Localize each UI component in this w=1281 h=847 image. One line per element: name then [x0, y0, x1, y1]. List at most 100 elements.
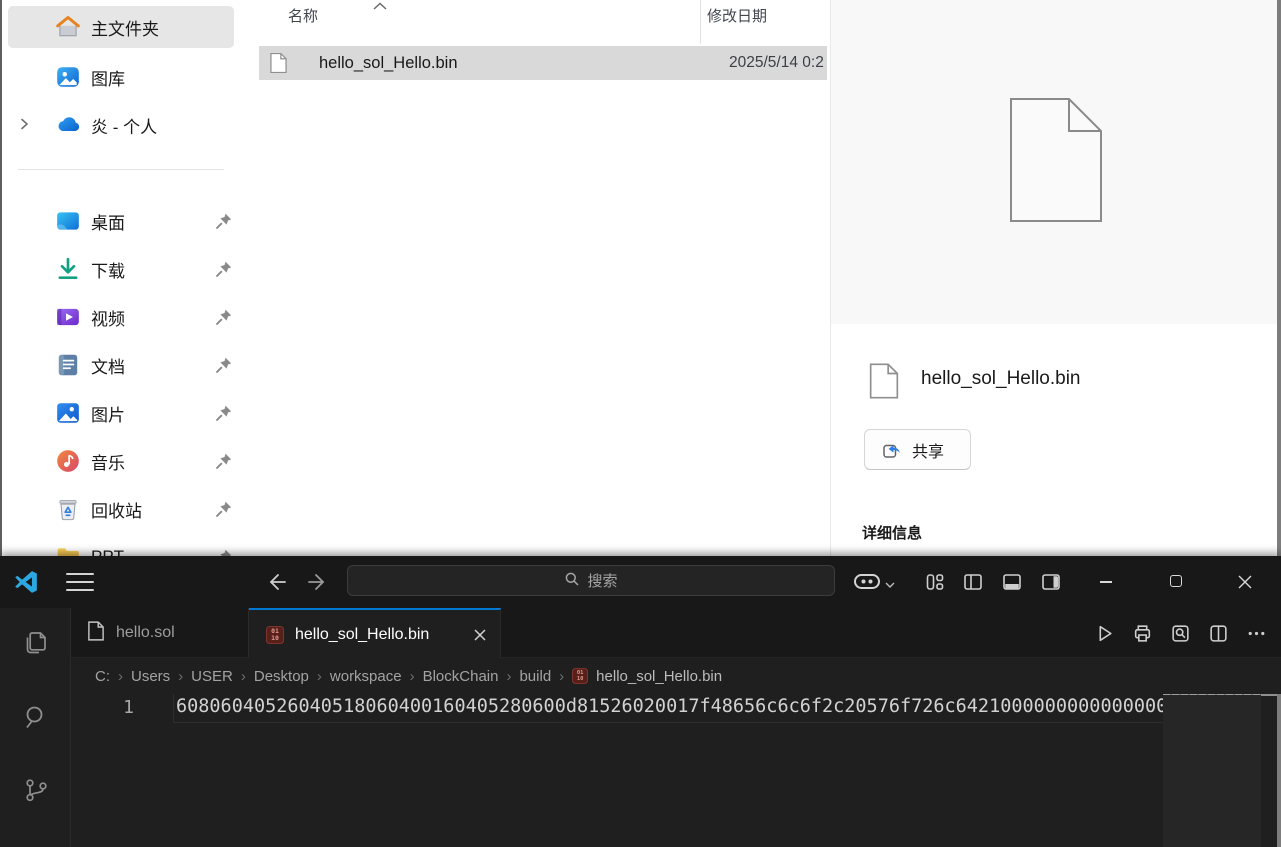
search-document-icon[interactable] — [1170, 623, 1191, 644]
sidebar-item-documents[interactable]: 文档 — [8, 344, 234, 386]
editor-area[interactable]: 1 60806040526040518060400160405280600d81… — [71, 694, 1281, 847]
sort-ascending-icon — [372, 0, 388, 5]
pin-icon[interactable] — [215, 500, 233, 518]
sidebar-item-videos[interactable]: 视频 — [8, 296, 234, 338]
breadcrumb-separator: › — [559, 668, 564, 685]
file-list: 名称 修改日期 hello_sol_Hello.bin 2025/5/14 0:… — [238, 0, 830, 556]
breadcrumb-segment[interactable]: USER — [191, 668, 233, 685]
activity-bar — [0, 608, 71, 847]
run-button[interactable] — [1094, 623, 1115, 644]
binary-file-icon: 01 10 — [572, 668, 588, 684]
breadcrumb-segment[interactable]: build — [519, 668, 551, 685]
minimap[interactable] — [1163, 694, 1261, 847]
breadcrumb-separator: › — [178, 668, 183, 685]
binary-file-icon: 01 10 — [266, 626, 284, 644]
screen-left-edge — [0, 0, 2, 556]
sidebar-item-label: 回收站 — [91, 497, 142, 522]
split-editor-icon[interactable] — [1208, 623, 1229, 644]
sidebar-item-desktop[interactable]: 桌面 — [8, 200, 234, 242]
navigate-forward-icon[interactable] — [306, 571, 328, 593]
window-minimize-button[interactable] — [1083, 556, 1129, 608]
music-icon — [55, 448, 81, 474]
background-window-edge — [1277, 0, 1281, 556]
file-name: hello_sol_Hello.bin — [319, 54, 458, 73]
breadcrumb-segment[interactable]: C: — [95, 668, 110, 685]
sidebar-item-gallery[interactable]: 图库 — [8, 56, 234, 98]
pin-icon[interactable] — [215, 260, 233, 278]
minimap-code-line — [1163, 694, 1261, 695]
toggle-panel-icon[interactable] — [1001, 571, 1023, 593]
sidebar-item-label: 图库 — [91, 65, 125, 90]
column-header-name[interactable]: 名称 — [288, 5, 318, 26]
search-icon[interactable] — [22, 703, 50, 736]
sidebar-item-pictures[interactable]: 图片 — [8, 392, 234, 434]
code-line[interactable]: 60806040526040518060400160405280600d8152… — [176, 696, 1163, 717]
desktop-icon — [55, 208, 81, 234]
onedrive-cloud-icon — [55, 112, 81, 138]
file-icon — [88, 621, 104, 646]
sidebar-item-onedrive[interactable]: 炎 - 个人 — [8, 104, 234, 146]
sidebar-item-home[interactable]: 主文件夹 — [8, 6, 234, 48]
tab-hello-sol-hello-bin-active[interactable]: 01 10 hello_sol_Hello.bin — [249, 608, 501, 659]
file-icon — [270, 52, 287, 74]
breadcrumb-separator: › — [241, 668, 246, 685]
picture-icon — [55, 400, 81, 426]
chevron-down-icon[interactable] — [884, 577, 896, 587]
breadcrumb-segment[interactable]: BlockChain — [423, 668, 499, 685]
video-icon — [55, 304, 81, 330]
tab-label: hello.sol — [116, 624, 175, 642]
preview-pane: hello_sol_Hello.bin 共享 详细信息 — [830, 0, 1281, 556]
navigate-back-icon[interactable] — [266, 571, 288, 593]
share-button[interactable]: 共享 — [864, 429, 971, 470]
tab-close-icon[interactable] — [472, 627, 488, 643]
breadcrumb-segment[interactable]: Desktop — [254, 668, 309, 685]
background-window-edge — [1277, 694, 1281, 847]
preview-thumbnail-area — [831, 0, 1281, 324]
window-close-button[interactable] — [1222, 556, 1268, 608]
pin-icon[interactable] — [215, 452, 233, 470]
explorer-sidebar: 主文件夹 图库 炎 - 个人 — [0, 0, 238, 556]
pin-icon[interactable] — [215, 212, 233, 230]
tab-hello-sol[interactable]: hello.sol — [71, 608, 249, 658]
binary-icon-row: 10 — [577, 676, 584, 682]
vscode-titlebar: 搜索 — [0, 556, 1281, 608]
column-divider[interactable] — [700, 0, 701, 44]
pin-icon[interactable] — [215, 356, 233, 374]
sidebar-item-label: 炎 - 个人 — [91, 113, 157, 138]
tab-label: hello_sol_Hello.bin — [295, 626, 429, 644]
vscode-tab-bar: hello.sol 01 10 hello_sol_Hello.bin — [71, 608, 1281, 658]
column-header-date-modified[interactable]: 修改日期 — [707, 5, 767, 26]
sidebar-item-recycle-bin[interactable]: 回收站 — [8, 488, 234, 530]
sidebar-item-label: 文档 — [91, 353, 125, 378]
customize-layout-icon[interactable] — [924, 571, 946, 593]
toggle-primary-sidebar-icon[interactable] — [962, 571, 984, 593]
more-actions-icon[interactable] — [1246, 623, 1267, 644]
sidebar-separator — [18, 169, 224, 170]
binary-icon-row: 10 — [271, 635, 279, 642]
breadcrumb-segment[interactable]: workspace — [330, 668, 402, 685]
file-row-selected[interactable]: hello_sol_Hello.bin 2025/5/14 0:2 — [259, 46, 827, 80]
toggle-secondary-sidebar-icon[interactable] — [1040, 571, 1062, 593]
sidebar-item-label: 桌面 — [91, 209, 125, 234]
recycle-bin-icon — [55, 496, 81, 522]
search-icon — [564, 571, 580, 591]
sidebar-item-music[interactable]: 音乐 — [8, 440, 234, 482]
window-maximize-button[interactable] — [1153, 556, 1199, 608]
preview-file-name: hello_sol_Hello.bin — [921, 368, 1081, 390]
sidebar-item-downloads[interactable]: 下载 — [8, 248, 234, 290]
file-date-modified: 2025/5/14 0:2 — [729, 54, 824, 72]
sidebar-item-label: 主文件夹 — [91, 15, 159, 40]
pin-icon[interactable] — [215, 308, 233, 326]
breadcrumb-segment[interactable]: Users — [131, 668, 170, 685]
pin-icon[interactable] — [215, 404, 233, 422]
source-control-icon[interactable] — [22, 776, 50, 809]
file-explorer-window: 主文件夹 图库 炎 - 个人 — [0, 0, 1281, 556]
breadcrumb-file[interactable]: hello_sol_Hello.bin — [596, 668, 722, 685]
search-command-center[interactable]: 搜索 — [347, 565, 835, 596]
menu-hamburger-icon[interactable] — [66, 573, 94, 591]
copilot-icon[interactable] — [852, 571, 882, 593]
document-icon — [55, 352, 81, 378]
print-icon[interactable] — [1132, 623, 1153, 644]
breadcrumb-separator: › — [410, 668, 415, 685]
explorer-files-icon[interactable] — [22, 629, 50, 662]
